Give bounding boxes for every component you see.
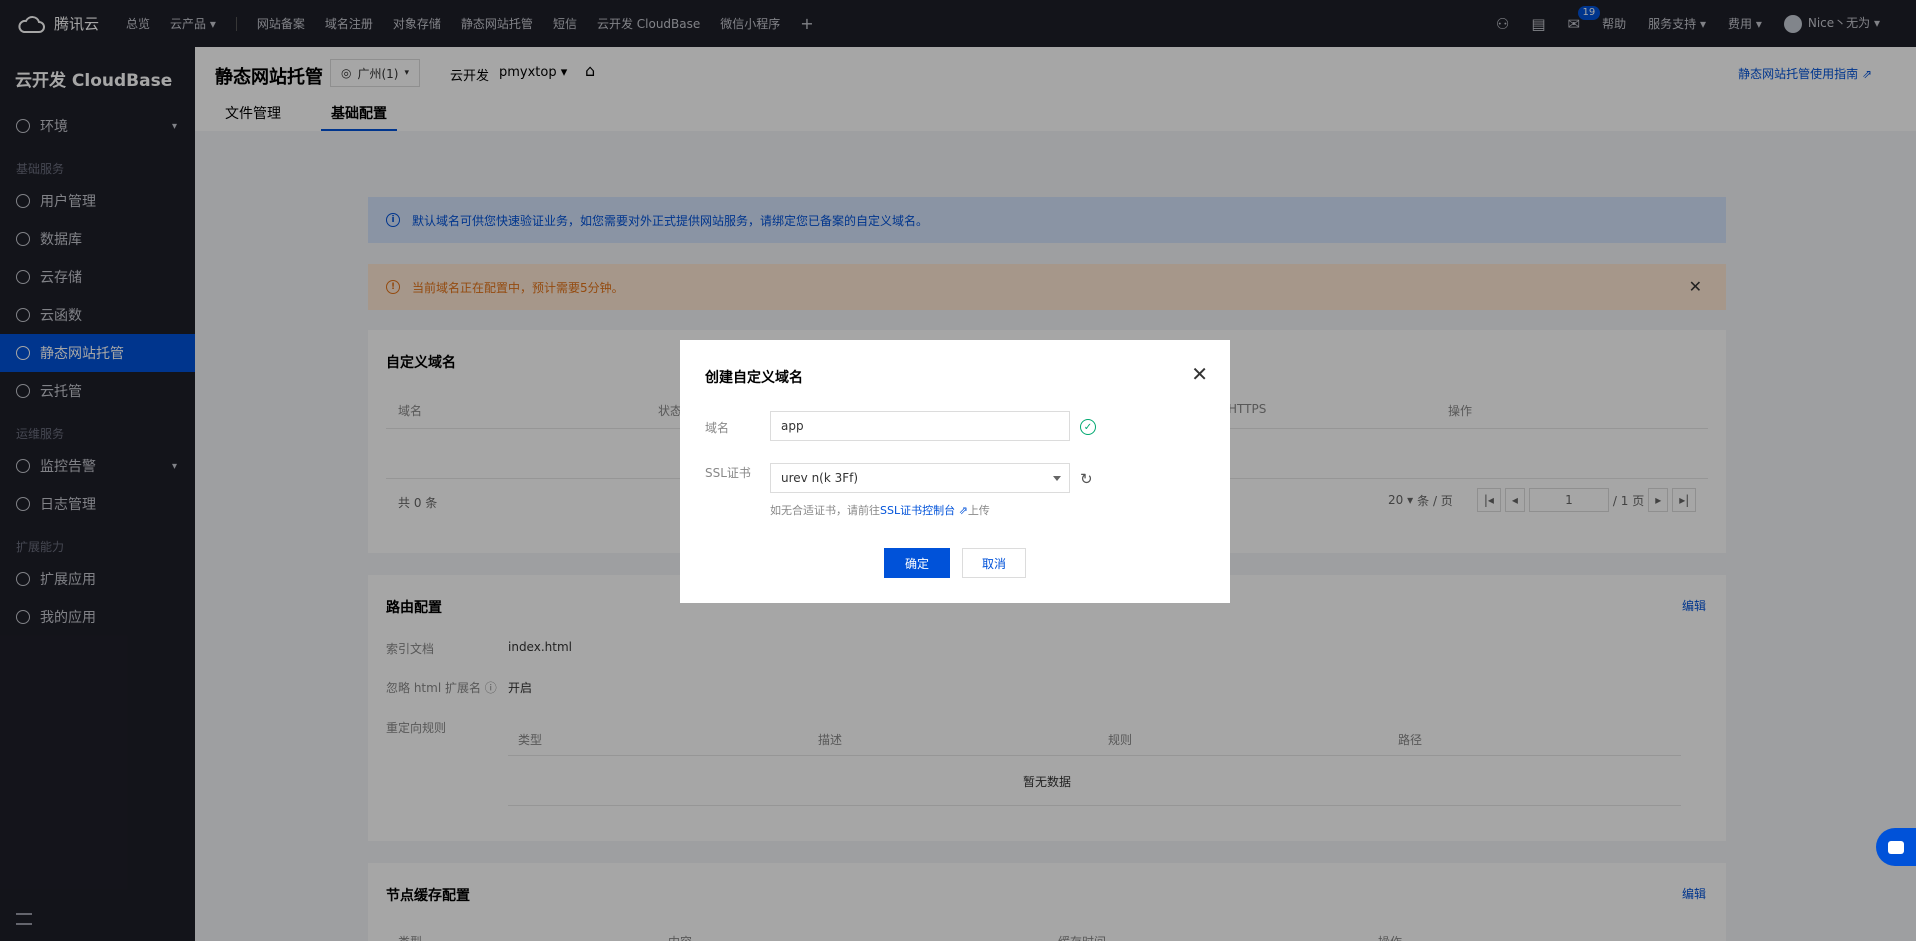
external-link-icon: ⇗ — [958, 504, 968, 517]
dialog-title: 创建自定义域名 — [705, 370, 803, 386]
chat-button[interactable] — [1876, 828, 1916, 866]
ssl-console-link[interactable]: SSL证书控制台 — [880, 504, 955, 517]
refresh-icon[interactable]: ↻ — [1080, 470, 1093, 488]
hint-prefix: 如无合适证书，请前往 — [770, 504, 880, 517]
check-circle-icon: ✓ — [1080, 419, 1096, 435]
cancel-button[interactable]: 取消 — [962, 548, 1026, 578]
field-label: SSL证书 — [705, 466, 751, 480]
chat-icon — [1888, 840, 1904, 854]
ssl-certificate-select[interactable]: urev n(k 3Ff) — [770, 463, 1070, 493]
ssl-hint: 如无合适证书，请前往SSL证书控制台 ⇗上传 — [770, 502, 990, 518]
confirm-button[interactable]: 确定 — [884, 548, 950, 578]
ssl-value: urev n(k 3Ff) — [781, 471, 859, 485]
chevron-down-icon — [1053, 476, 1061, 481]
hint-suffix: 上传 — [967, 504, 990, 517]
close-icon[interactable]: ✕ — [1191, 362, 1208, 386]
field-label: 域名 — [705, 421, 730, 435]
domain-input[interactable]: app — [770, 411, 1070, 441]
create-domain-dialog: 创建自定义域名 ✕ 域名 app ✓ SSL证书 urev n(k 3Ff) ↻… — [680, 340, 1230, 603]
